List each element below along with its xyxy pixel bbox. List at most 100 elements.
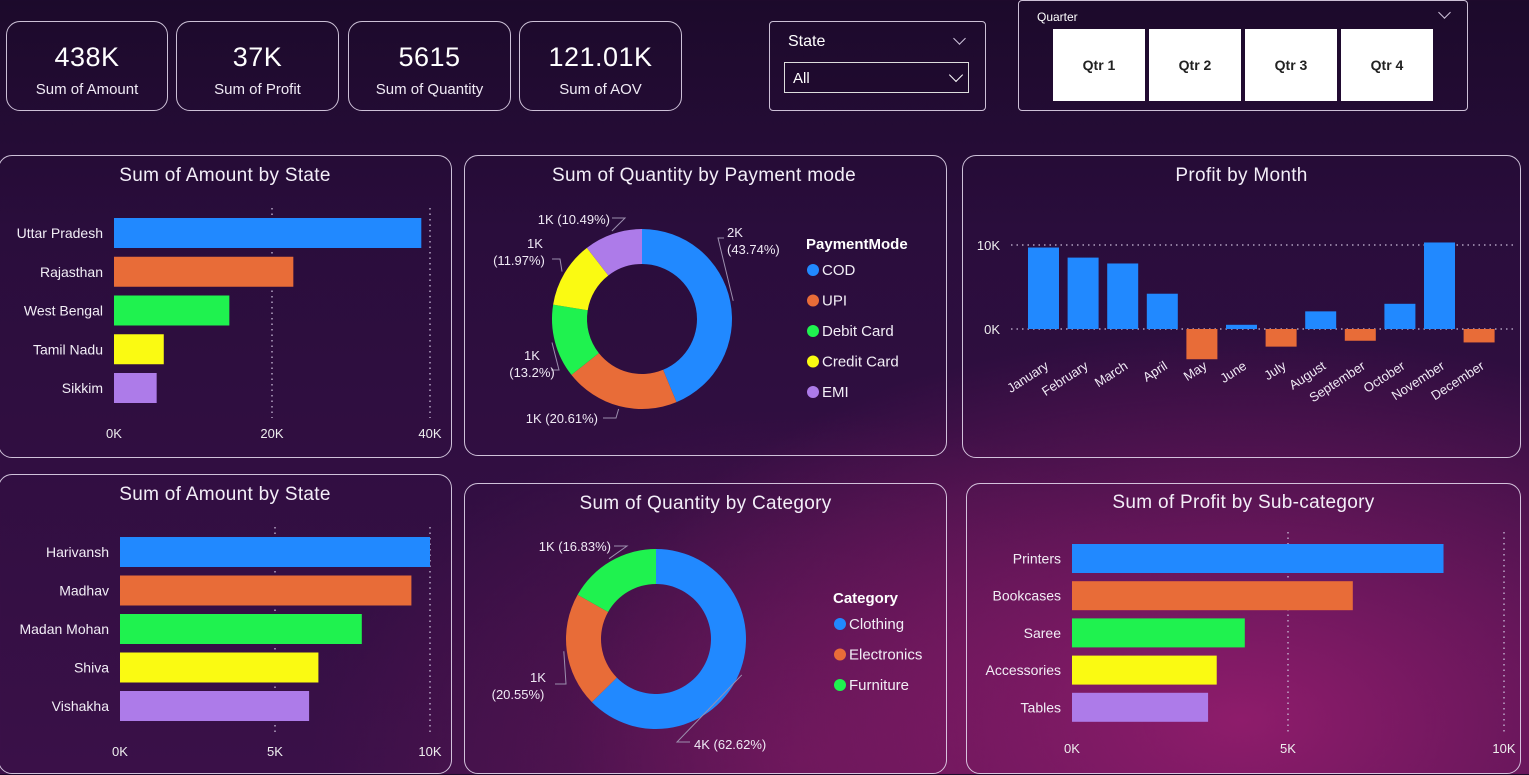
bar — [114, 373, 157, 403]
data-label: 1K (20.61%) — [526, 411, 598, 426]
data-label: 1K (10.49%) — [538, 212, 610, 227]
quarter-button-q1[interactable]: Qtr 1 — [1053, 29, 1145, 101]
category-label: Uttar Pradesh — [17, 225, 103, 241]
bar — [1028, 247, 1059, 329]
category-label: Madan Mohan — [19, 621, 109, 637]
kpi-card-profit: 37K Sum of Profit — [176, 21, 339, 111]
leader-line — [552, 258, 563, 272]
bar — [1424, 242, 1455, 329]
bar — [1072, 544, 1444, 573]
bar — [1305, 311, 1337, 329]
quantity-by-payment-panel: Sum of Quantity by Payment mode 2K (43.74… — [464, 155, 947, 456]
kpi-label: Sum of Amount — [35, 81, 139, 98]
bar — [1107, 263, 1139, 329]
bar — [114, 218, 422, 248]
bar — [120, 537, 430, 567]
bar — [1265, 329, 1297, 347]
x-tick-label: June — [1217, 358, 1249, 386]
chevron-down-icon — [948, 67, 964, 83]
bar — [1072, 692, 1209, 722]
x-tick-label: 20K — [260, 426, 283, 441]
category-label: West Bengal — [24, 303, 103, 319]
y-tick-label: 0K — [984, 322, 1000, 337]
bar — [1072, 581, 1353, 611]
legend-title: PaymentMode — [806, 236, 908, 253]
bar — [1463, 329, 1495, 343]
legend-swatch — [807, 325, 819, 337]
chevron-down-icon[interactable] — [1438, 6, 1451, 19]
bar — [1072, 655, 1217, 685]
state-dropdown-value: All — [793, 70, 810, 87]
data-label: 1K — [527, 236, 543, 251]
x-tick-label: 40K — [418, 426, 441, 441]
kpi-value: 37K — [232, 42, 283, 72]
amount-by-state-panel: Sum of Amount by State 0K 20K 40K Uttar Pra… — [0, 155, 452, 458]
x-tick-label: July — [1261, 358, 1289, 383]
data-label: (20.55%) — [492, 687, 545, 702]
x-tick-label: 0K — [112, 744, 128, 759]
legend-label: Debit Card — [822, 323, 894, 340]
legend-label: Clothing — [849, 616, 904, 633]
category-label: Harivansh — [46, 544, 109, 560]
bar — [120, 691, 310, 721]
legend-label: EMI — [822, 384, 849, 401]
x-tick-label: 10K — [418, 744, 441, 759]
quarter-slicer: Quarter Qtr 1 Qtr 2 Qtr 3 Qtr 4 — [1018, 0, 1468, 111]
bar — [1186, 329, 1218, 360]
quarter-button-q4[interactable]: Qtr 4 — [1341, 29, 1433, 101]
leader-line — [603, 408, 620, 419]
kpi-value: 438K — [54, 42, 120, 72]
kpi-value: 5615 — [398, 42, 461, 72]
bar — [1146, 293, 1178, 329]
profit-by-month-chart: 10K0KJanuaryFebruary March April May June Jul… — [977, 238, 1513, 405]
kpi-value: 121.01K — [548, 42, 653, 72]
amount-by-customer-chart: 0K 5K 10K Harivansh Madhav Madan Mohan Shiva Vi… — [19, 527, 442, 759]
category-label: Accessories — [986, 662, 1061, 678]
legend-swatch — [807, 355, 819, 368]
bar — [1344, 329, 1376, 341]
profit-by-subcategory-panel: Sum of Profit by Sub-category 0K 5K 10K Pri… — [966, 483, 1521, 774]
state-dropdown[interactable]: All — [784, 62, 969, 93]
legend-label: COD — [822, 262, 856, 279]
quarter-button-q2[interactable]: Qtr 2 — [1149, 29, 1241, 101]
leader-line — [555, 651, 567, 685]
quantity-by-category-chart: 4K (62.62%) 1K (20.55%) 1K (16.83%) Category… — [492, 539, 923, 752]
profit-by-month-panel: Profit by Month 10K 0K January February Marc… — [962, 155, 1521, 458]
quarter-button-q3[interactable]: Qtr 3 — [1245, 29, 1337, 101]
bar — [120, 575, 412, 606]
x-tick-label: April — [1140, 358, 1170, 385]
x-tick-label: May — [1181, 358, 1210, 384]
category-label: Printers — [1013, 551, 1061, 567]
quantity-by-category-panel: Sum of Quantity by Category 4K (62.62%) 1… — [464, 483, 947, 774]
category-label: Shiva — [74, 660, 109, 676]
legend-label: Electronics — [849, 647, 922, 664]
legend-swatch — [807, 294, 819, 307]
bar — [1226, 324, 1257, 329]
chevron-down-icon[interactable] — [953, 32, 966, 45]
data-label: 1K — [530, 670, 546, 685]
bar — [114, 256, 294, 287]
amount-by-state-chart: 0K 20K 40K Uttar Pradesh Rajasthan West Benga… — [17, 208, 442, 441]
bar — [114, 334, 164, 365]
x-tick-label: 5K — [267, 744, 283, 759]
kpi-label: Sum of Quantity — [375, 81, 484, 98]
x-tick-label: 5K — [1280, 741, 1296, 756]
state-slicer: State All — [769, 21, 986, 111]
bar — [114, 295, 230, 326]
x-tick-label: March — [1092, 358, 1130, 390]
legend-label: Furniture — [849, 677, 909, 694]
legend-swatch — [834, 618, 846, 630]
profit-by-subcategory-chart: 0K 5K 10K Printers Bookcases Saree Accessories… — [986, 532, 1516, 756]
category-label: Tables — [1021, 699, 1061, 715]
category-label: Rajasthan — [40, 264, 103, 280]
data-label: (13.2%) — [509, 365, 555, 380]
kpi-card-quantity: 5615 Sum of Quantity — [348, 21, 511, 111]
kpi-card-aov: 121.01K Sum of AOV — [519, 21, 682, 111]
x-tick-label: 0K — [106, 426, 122, 441]
category-label: Saree — [1024, 625, 1062, 641]
amount-by-customer-panel: Sum of Amount by State 0K 5K 10K Harivansh M… — [0, 474, 452, 774]
quarter-slicer-title: Quarter — [1037, 10, 1078, 24]
data-label: 1K (16.83%) — [539, 539, 611, 554]
kpi-label: Sum of AOV — [559, 81, 642, 98]
legend-label: UPI — [822, 293, 847, 310]
